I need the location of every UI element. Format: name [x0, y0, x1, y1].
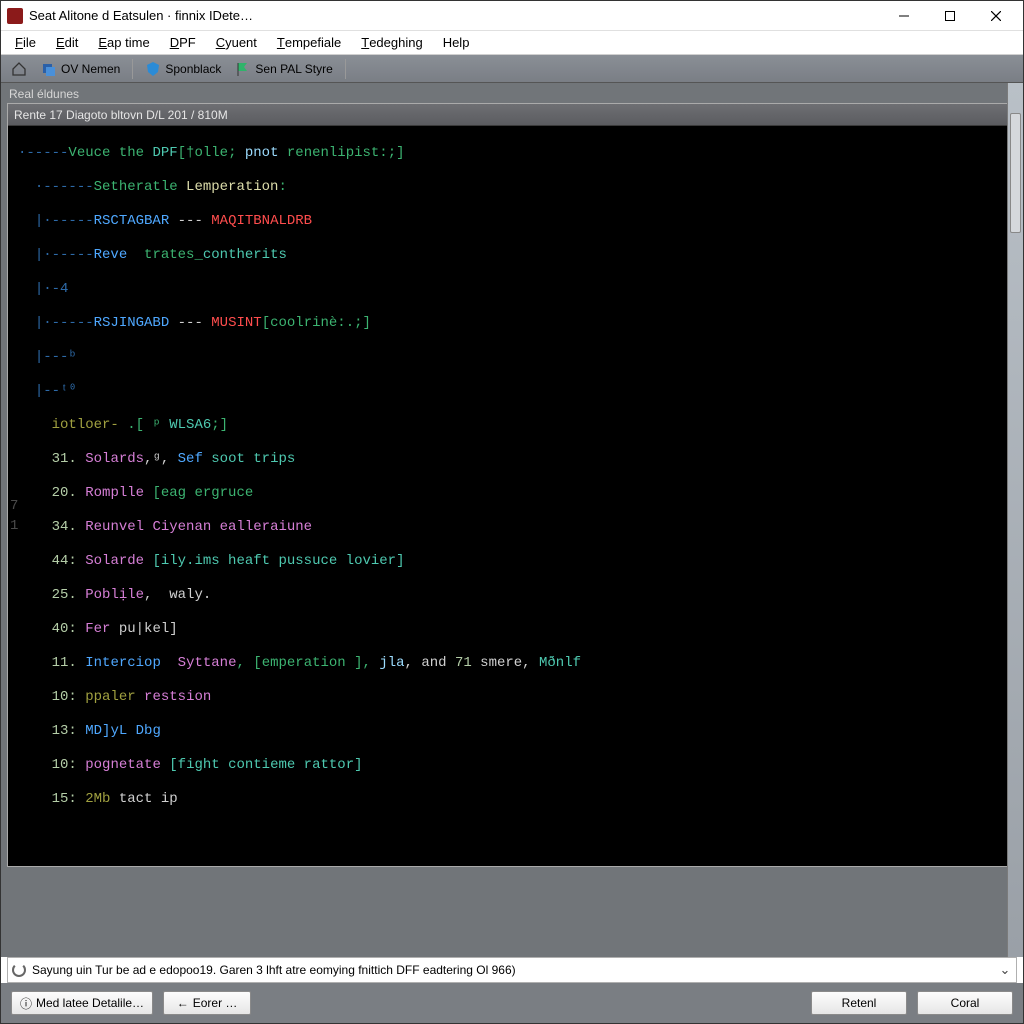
toolbar-separator [132, 59, 133, 79]
layers-icon [41, 61, 57, 77]
code-panel: Rente 17 Diagoto bltovn D/L 201 / 810M ·… [7, 103, 1017, 867]
tool-ov-nemen[interactable]: OV Nemen [35, 58, 126, 80]
code-editor[interactable]: ·-----Veuce the DPF[†olle; pnot renenlip… [8, 126, 1016, 866]
panel-header: Rente 17 Diagoto bltovn D/L 201 / 810M [8, 104, 1016, 126]
gutter-1: 1 [10, 518, 18, 535]
menu-help[interactable]: Help [433, 31, 480, 54]
chevron-down-icon[interactable]: ⌄ [998, 962, 1012, 978]
app-icon [7, 8, 23, 24]
eorer-button[interactable]: ← Eorer … [163, 991, 251, 1015]
body-spacer [7, 867, 1017, 951]
minimize-button[interactable] [881, 2, 927, 30]
tool-ov-nemen-label: OV Nemen [61, 62, 120, 76]
scrollbar-vertical[interactable] [1007, 83, 1023, 957]
tool-home[interactable] [5, 58, 33, 80]
flag-icon [235, 61, 251, 77]
menu-file[interactable]: File [5, 31, 46, 54]
tool-sen-pal[interactable]: Sen PAL Styre [229, 58, 338, 80]
menubar: File Edit Eap time DPF Cyuent Tempefiale… [1, 31, 1023, 55]
details-button[interactable]: ⓘ Med latee Detalile… [11, 991, 153, 1015]
toolbar-separator-2 [345, 59, 346, 79]
toolbar: OV Nemen Sponblack Sen PAL Styre [1, 55, 1023, 83]
body-area: Real éldunes Rente 17 Diagoto bltovn D/L… [1, 83, 1023, 957]
coral-button-label: Coral [951, 996, 980, 1010]
retenl-button[interactable]: Retenl [811, 991, 907, 1015]
section-label: Real éldunes [7, 83, 1017, 103]
menu-tedeghing[interactable]: Tedeghing [351, 31, 432, 54]
tool-sponblack[interactable]: Sponblack [139, 58, 227, 80]
scrollbar-thumb[interactable] [1010, 113, 1021, 233]
menu-tempefiale[interactable]: Tempefiale [267, 31, 351, 54]
menu-eaptime[interactable]: Eap time [88, 31, 159, 54]
tool-sponblack-label: Sponblack [165, 62, 221, 76]
menu-edit[interactable]: Edit [46, 31, 88, 54]
home-icon [11, 61, 27, 77]
arrow-left-icon: ← [177, 997, 189, 1009]
status-bar: Sayung uin Tur be ad e edopoo19. Garen 3… [7, 957, 1017, 983]
menu-dpf[interactable]: DPF [160, 31, 206, 54]
details-button-label: Med latee Detalile… [36, 996, 144, 1010]
window-title: Seat Alitone d Eatsulen · finnix IDete… [29, 8, 881, 23]
spinner-icon [12, 963, 26, 977]
button-row: ⓘ Med latee Detalile… ← Eorer … Retenl C… [1, 983, 1023, 1023]
coral-button[interactable]: Coral [917, 991, 1013, 1015]
close-button[interactable] [973, 2, 1019, 30]
gutter-7: 7 [10, 498, 18, 515]
shield-icon [145, 61, 161, 77]
retenl-button-label: Retenl [842, 996, 877, 1010]
app-window: Seat Alitone d Eatsulen · finnix IDete… … [0, 0, 1024, 1024]
titlebar: Seat Alitone d Eatsulen · finnix IDete… [1, 1, 1023, 31]
eorer-button-label: Eorer … [193, 996, 238, 1010]
status-text: Sayung uin Tur be ad e edopoo19. Garen 3… [32, 963, 992, 977]
maximize-button[interactable] [927, 2, 973, 30]
info-icon: ⓘ [20, 997, 32, 1009]
tool-sen-pal-label: Sen PAL Styre [255, 62, 332, 76]
menu-cyuent[interactable]: Cyuent [206, 31, 267, 54]
